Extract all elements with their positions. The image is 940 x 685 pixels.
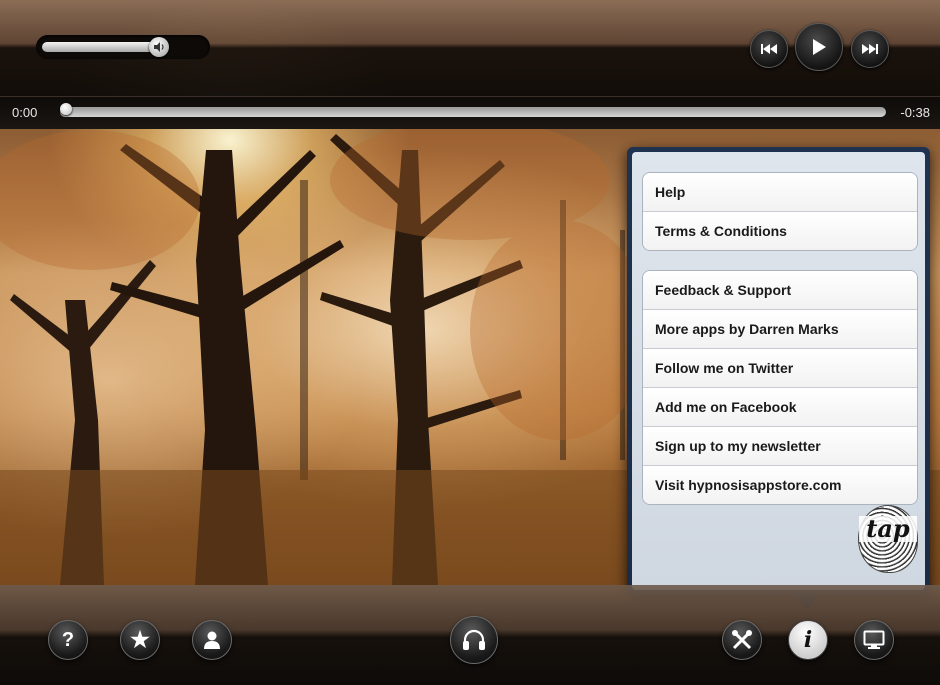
play-button[interactable] <box>795 23 843 71</box>
menu-item-terms[interactable]: Terms & Conditions <box>643 212 917 250</box>
tap-logo: tap <box>858 505 918 573</box>
menu-item-help[interactable]: Help <box>643 173 917 212</box>
menu-item-facebook[interactable]: Add me on Facebook <box>643 388 917 427</box>
help-button[interactable]: ? <box>48 620 88 660</box>
profile-button[interactable] <box>192 620 232 660</box>
menu-item-more-apps[interactable]: More apps by Darren Marks <box>643 310 917 349</box>
tap-logo-text: tap <box>859 516 917 542</box>
progress-bar-row: 0:00 -0:38 <box>0 96 940 129</box>
headphones-button[interactable] <box>450 616 498 664</box>
info-icon: i <box>803 627 813 653</box>
help-icon: ? <box>61 629 75 651</box>
favorites-button[interactable]: ★ <box>120 620 160 660</box>
menu-item-twitter[interactable]: Follow me on Twitter <box>643 349 917 388</box>
display-icon <box>863 630 885 649</box>
menu-group-links: Feedback & Support More apps by Darren M… <box>642 270 918 505</box>
elapsed-time: 0:00 <box>12 105 38 120</box>
volume-slider-knob[interactable] <box>148 37 169 57</box>
progress-knob[interactable] <box>60 103 72 115</box>
skip-forward-icon <box>862 44 878 54</box>
skip-forward-button[interactable] <box>851 30 889 68</box>
menu-item-website[interactable]: Visit hypnosisappstore.com <box>643 466 917 504</box>
speaker-icon <box>153 42 164 52</box>
top-toolbar <box>0 0 940 96</box>
menu-item-feedback[interactable]: Feedback & Support <box>643 271 917 310</box>
skip-back-button[interactable] <box>750 30 788 68</box>
progress-track[interactable] <box>60 107 886 117</box>
headphones-icon <box>463 629 485 650</box>
settings-button[interactable] <box>722 620 762 660</box>
volume-slider[interactable] <box>36 35 210 59</box>
play-icon <box>813 39 826 55</box>
remaining-time: -0:38 <box>900 105 930 120</box>
display-button[interactable] <box>854 620 894 660</box>
favorites-star-icon: ★ <box>130 627 150 652</box>
menu-item-newsletter[interactable]: Sign up to my newsletter <box>643 427 917 466</box>
profile-icon <box>204 631 220 649</box>
settings-tools-icon <box>732 630 752 650</box>
menu-group-help: Help Terms & Conditions <box>642 172 918 251</box>
info-button[interactable]: i <box>788 620 828 660</box>
volume-slider-fill <box>42 42 159 52</box>
skip-back-icon <box>761 44 777 54</box>
